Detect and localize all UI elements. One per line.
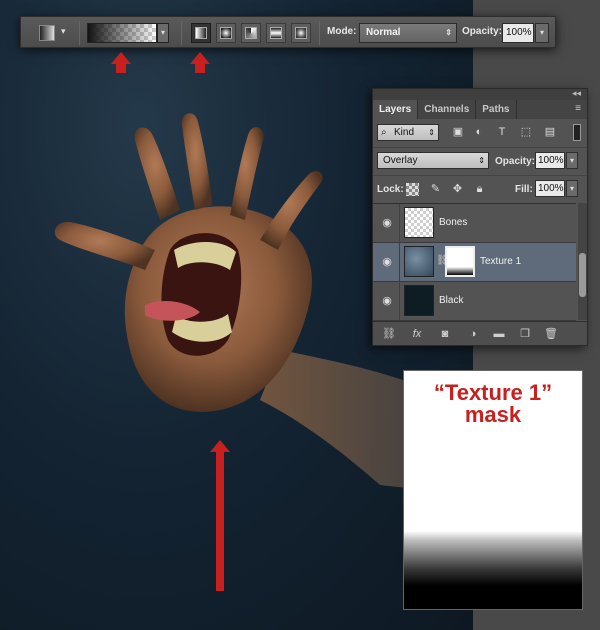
new-group-folder-icon[interactable]: ▬ <box>491 327 507 341</box>
angle-gradient-icon <box>245 27 257 39</box>
lock-all-icon[interactable]: 🔒︎ <box>473 183 486 196</box>
adjustment-layer-icon[interactable]: ◑ <box>465 327 481 341</box>
tool-preset-caret-icon[interactable]: ▾ <box>61 26 71 38</box>
search-icon: ⌕ <box>381 127 387 138</box>
filter-type-icon[interactable]: T <box>495 126 509 139</box>
reflected-gradient-icon <box>270 27 282 39</box>
panel-menu-icon[interactable]: ≡ <box>575 103 581 114</box>
layer-name: Texture 1 <box>480 256 522 267</box>
eye-icon[interactable]: ◉ <box>379 217 395 229</box>
diamond-gradient-icon <box>295 27 307 39</box>
layer-thumbnail <box>404 207 434 238</box>
mode-select-value: Normal <box>366 27 401 38</box>
opacity-label: Opacity: <box>462 26 503 37</box>
layer-list: ◉ Bones ◉ ⛓ Texture 1 ◉ Black <box>373 203 576 321</box>
eye-icon[interactable]: ◉ <box>379 256 395 268</box>
trash-icon[interactable]: 🗑︎ <box>543 327 559 341</box>
layer-row-texture-1[interactable]: ◉ ⛓ Texture 1 <box>373 243 576 282</box>
reflected-gradient-button[interactable] <box>266 23 286 43</box>
radial-gradient-icon <box>220 27 232 39</box>
layer-row-bones[interactable]: ◉ Bones <box>373 204 576 243</box>
layer-list-scrollbar[interactable] <box>578 203 587 320</box>
mask-title-line2: mask <box>464 402 522 427</box>
filter-adjustment-icon[interactable]: ◐ <box>472 126 486 139</box>
eye-icon[interactable]: ◉ <box>379 295 395 307</box>
gradient-tool-icon[interactable] <box>39 25 55 41</box>
tab-layers[interactable]: Layers <box>373 100 419 119</box>
updown-arrow-icon: ⇕ <box>478 156 485 165</box>
filter-toggle-switch[interactable] <box>573 124 581 141</box>
opacity-input[interactable]: 100% <box>502 23 534 43</box>
fx-icon[interactable]: fx <box>409 327 425 341</box>
linear-gradient-button[interactable] <box>191 23 211 43</box>
new-layer-icon[interactable]: ❐ <box>517 327 533 341</box>
layer-row-black[interactable]: ◉ Black <box>373 282 576 321</box>
mask-gradient-preview <box>404 531 582 609</box>
opacity-slider-arrow-icon[interactable]: ▾ <box>535 23 549 43</box>
mask-title-line1: “Texture 1” <box>433 380 553 405</box>
scrollbar-thumb[interactable] <box>579 253 586 297</box>
link-layers-icon[interactable]: ⛓ <box>381 327 397 341</box>
layer-filter-row: ⌕ Kind ⇕ ▣ ◐ T ⬚ ▤ <box>373 120 587 146</box>
lock-row: Lock: ✎ ✥ 🔒︎ Fill: 100% ▾ <box>373 175 587 201</box>
mode-select[interactable]: Normal ⇕ <box>359 23 457 43</box>
layers-panel: ◂◂ Layers Channels Paths ≡ ⌕ Kind ⇕ ▣ ◐ … <box>372 88 588 346</box>
lock-transparency-icon[interactable] <box>406 183 419 196</box>
panel-tabs: Layers Channels Paths <box>373 100 587 119</box>
panel-titlebar: ◂◂ <box>373 88 587 100</box>
red-arrow-linear-button <box>190 52 210 74</box>
lock-position-icon[interactable]: ✥ <box>451 183 464 196</box>
red-arrow-gradient-preview <box>111 52 131 74</box>
blend-mode-value: Overlay <box>383 155 418 166</box>
tool-options-bar: ▾ ▾ Mode: Normal ⇕ Opacity: 100% ▾ <box>20 16 556 48</box>
collapse-panel-icon[interactable]: ◂◂ <box>572 88 581 99</box>
updown-arrow-icon: ⇕ <box>445 28 452 37</box>
fill-input[interactable]: 100% <box>535 180 565 197</box>
angle-gradient-button[interactable] <box>241 23 261 43</box>
opacity-arrow-icon[interactable]: ▾ <box>566 152 578 169</box>
lock-image-pixels-icon[interactable]: ✎ <box>429 183 442 196</box>
tab-paths[interactable]: Paths <box>476 100 517 119</box>
mask-title: “Texture 1” mask <box>404 382 582 426</box>
gradient-preview-swatch[interactable] <box>87 23 157 43</box>
divider <box>181 21 182 45</box>
fill-label: Fill: <box>515 184 533 195</box>
layer-thumbnail <box>404 285 434 316</box>
diamond-gradient-button[interactable] <box>291 23 311 43</box>
mask-illustration: “Texture 1” mask <box>403 370 583 610</box>
panel-bottom-toolbar: ⛓ fx ◙ ◑ ▬ ❐ 🗑︎ <box>373 321 587 345</box>
blend-row: Overlay ⇕ Opacity: 100% ▾ <box>373 147 587 173</box>
filter-shape-icon[interactable]: ⬚ <box>519 126 533 139</box>
divider <box>79 21 80 45</box>
red-arrow-gradient-direction <box>210 440 230 592</box>
filter-kind-value: Kind <box>394 127 415 138</box>
gradient-picker-caret-icon[interactable]: ▾ <box>157 23 169 43</box>
tab-channels[interactable]: Channels <box>418 100 477 119</box>
layer-mask-thumbnail[interactable] <box>445 246 475 277</box>
linear-gradient-icon <box>195 27 207 39</box>
layer-thumbnail <box>404 246 434 277</box>
layer-name: Bones <box>439 217 468 228</box>
filter-smart-object-icon[interactable]: ▤ <box>543 126 557 139</box>
blend-mode-select[interactable]: Overlay ⇕ <box>377 152 489 169</box>
divider <box>319 21 320 45</box>
add-mask-icon[interactable]: ◙ <box>437 327 453 341</box>
fill-arrow-icon[interactable]: ▾ <box>566 180 578 197</box>
layer-name: Black <box>439 295 464 306</box>
filter-kind-select[interactable]: ⌕ Kind ⇕ <box>377 124 439 141</box>
lock-label: Lock: <box>377 184 404 195</box>
radial-gradient-button[interactable] <box>216 23 236 43</box>
updown-arrow-icon: ⇕ <box>428 128 435 137</box>
mode-label: Mode: <box>327 26 357 37</box>
layer-opacity-input[interactable]: 100% <box>535 152 565 169</box>
layer-opacity-label: Opacity: <box>495 156 536 167</box>
filter-pixel-icon[interactable]: ▣ <box>451 126 465 139</box>
